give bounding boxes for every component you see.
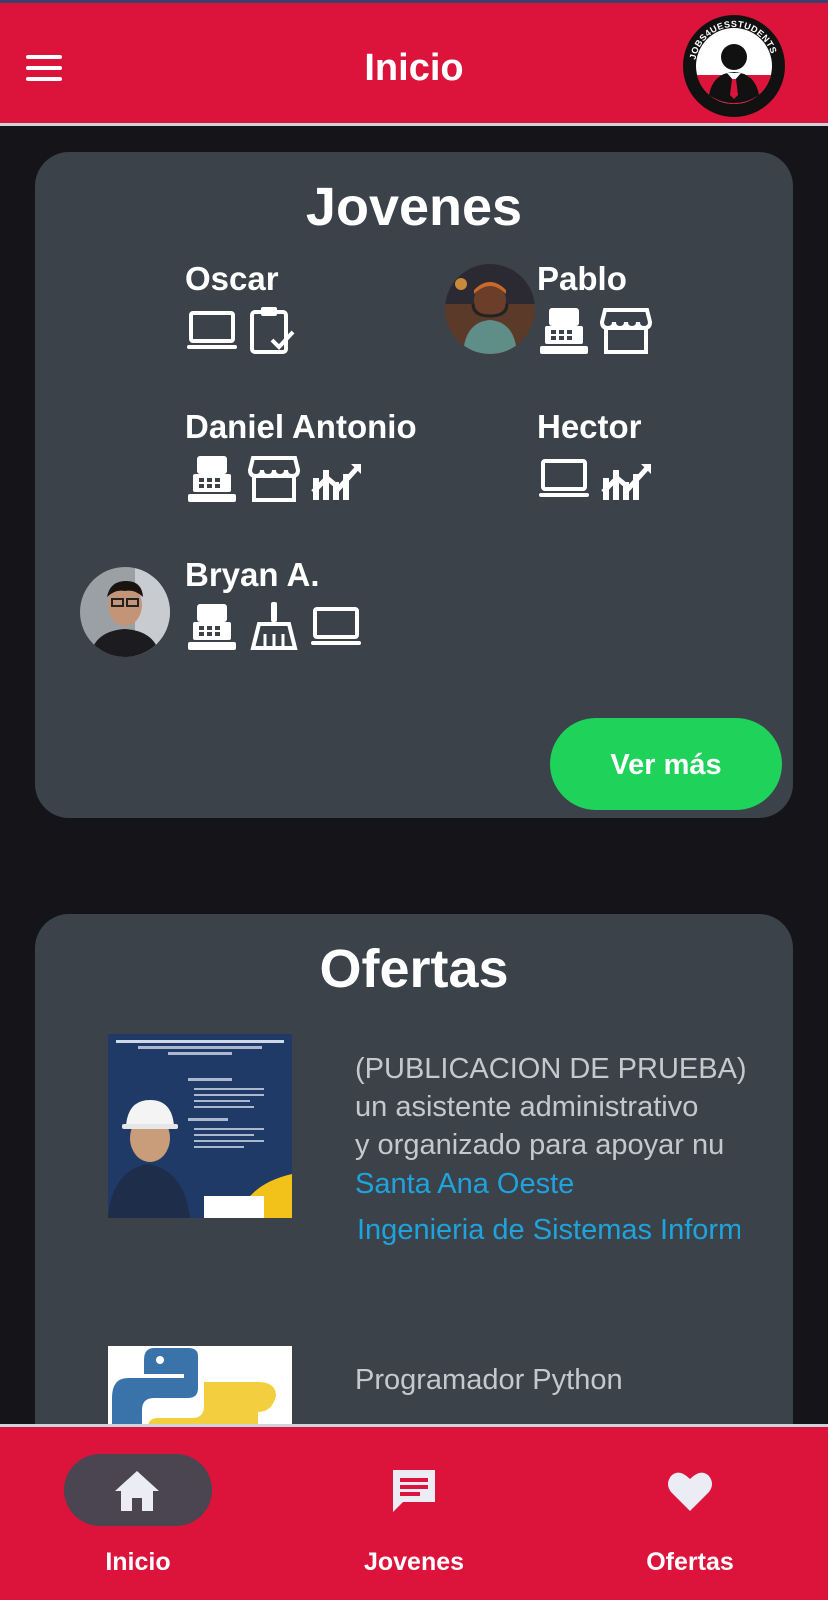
avatar (445, 264, 535, 354)
offer-image (108, 1034, 292, 1218)
person-name: Oscar (185, 260, 279, 297)
laptop-icon (187, 311, 237, 349)
laptop-icon (311, 607, 361, 645)
person-name: Pablo (537, 260, 627, 297)
jovenes-card: Jovenes Oscar Pablo Daniel Antonio Hecto… (35, 152, 793, 818)
home-icon (115, 1471, 159, 1511)
nav-item-ofertas[interactable]: Ofertas (552, 1424, 828, 1600)
top-app-bar: Inicio JOBS4UESSTUDENTS (0, 0, 828, 126)
offer-description-line: (PUBLICACION DE PRUEBA) (355, 1053, 745, 1085)
offer-image (108, 1346, 292, 1434)
ver-mas-button[interactable]: Ver más (550, 718, 782, 810)
chart-icon (601, 464, 651, 500)
nav-label: Ofertas (646, 1548, 734, 1576)
nav-label: Inicio (105, 1548, 171, 1576)
ofertas-card: Ofertas (PUBLICACION DE PRUEBA) un asist… (35, 914, 793, 1434)
offer-description-line: y organizado para apoyar nu (355, 1129, 725, 1161)
nav-label: Jovenes (363, 1548, 465, 1576)
store-icon (247, 456, 301, 502)
app-logo: JOBS4UESSTUDENTS (683, 15, 785, 117)
clipboard-check-icon (250, 307, 295, 354)
offer-description-line: un asistente administrativo (355, 1091, 699, 1123)
person-name: Bryan A. (185, 556, 320, 593)
ofertas-title: Ofertas (319, 939, 509, 999)
nav-item-jovenes[interactable]: Jovenes (276, 1424, 552, 1600)
laptop-icon (539, 459, 589, 497)
bottom-navigation: Inicio Jovenes Ofertas (0, 1424, 828, 1600)
jovenes-title: Jovenes (305, 177, 523, 237)
cash-register-icon (540, 308, 588, 354)
person-name: Hector (537, 408, 642, 445)
cash-register-icon (188, 604, 236, 650)
offer-title: Programador Python (355, 1364, 623, 1396)
offer-career-link[interactable]: Ingenieria de Sistemas Informaticos (357, 1214, 740, 1247)
chart-icon (311, 464, 361, 500)
chat-icon (393, 1470, 435, 1512)
person-name: Daniel Antonio (185, 408, 417, 445)
offer-location-link[interactable]: Santa Ana Oeste (355, 1168, 745, 1201)
cash-register-icon (188, 456, 236, 502)
store-icon (599, 308, 653, 354)
nav-item-inicio[interactable]: Inicio (0, 1424, 276, 1600)
heart-icon (668, 1472, 712, 1511)
broom-icon (250, 602, 298, 650)
avatar (80, 567, 170, 657)
